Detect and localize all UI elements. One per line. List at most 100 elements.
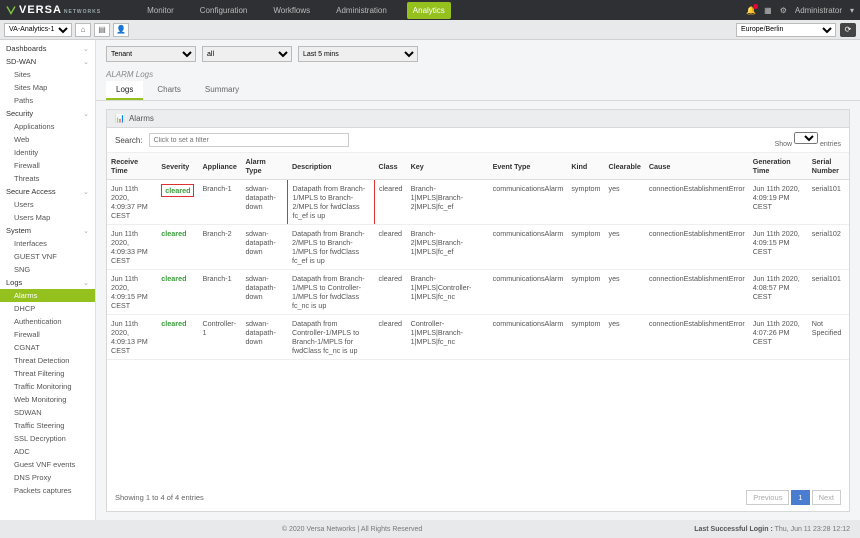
nav-configuration[interactable]: Configuration bbox=[194, 2, 254, 19]
sidebar-item-guest-vnf-events[interactable]: Guest VNF events bbox=[0, 458, 95, 471]
col-clearable[interactable]: Clearable bbox=[604, 153, 644, 180]
sidebar-item-dashboards[interactable]: Dashboards⌄ bbox=[0, 42, 95, 55]
sidebar-item-threats[interactable]: Threats bbox=[0, 172, 95, 185]
chart-icon[interactable]: ▤ bbox=[94, 23, 110, 37]
sidebar-item-web-monitoring[interactable]: Web Monitoring bbox=[0, 393, 95, 406]
nav-monitor[interactable]: Monitor bbox=[141, 2, 180, 19]
sidebar-item-interfaces[interactable]: Interfaces bbox=[0, 237, 95, 250]
entries-select[interactable] bbox=[794, 132, 818, 144]
content: Tenant all Last 5 mins ALARM Logs LogsCh… bbox=[96, 40, 860, 520]
user-label[interactable]: Administrator bbox=[795, 6, 842, 15]
grid-icon[interactable]: ▦ bbox=[764, 6, 772, 15]
sidebar-item-sng[interactable]: SNG bbox=[0, 263, 95, 276]
main: Dashboards⌄SD-WAN⌄SitesSites MapPathsSec… bbox=[0, 40, 860, 520]
sidebar-item-users[interactable]: Users bbox=[0, 198, 95, 211]
brand-logo: VERSA NETWORKS bbox=[6, 4, 101, 16]
sidebar-item-threat-filtering[interactable]: Threat Filtering bbox=[0, 367, 95, 380]
sidebar-item-sdwan[interactable]: SDWAN bbox=[0, 406, 95, 419]
tab-logs[interactable]: Logs bbox=[106, 81, 143, 100]
brand-text: VERSA bbox=[19, 4, 62, 16]
panel-title: Alarms bbox=[129, 114, 154, 123]
home-icon[interactable]: ⌂ bbox=[75, 23, 91, 37]
table-body: Jun 11th 2020, 4:09:37 PM CESTclearedBra… bbox=[107, 180, 849, 360]
table-row[interactable]: Jun 11th 2020, 4:09:13 PM CESTclearedCon… bbox=[107, 315, 849, 360]
table-row[interactable]: Jun 11th 2020, 4:09:33 PM CESTclearedBra… bbox=[107, 225, 849, 270]
filter-row: Tenant all Last 5 mins bbox=[96, 40, 860, 68]
secondbar: VA-Analytics-1 ⌂ ▤ 👤 Europe/Berlin ⟳ bbox=[0, 20, 860, 40]
chevron-down-icon: ⌄ bbox=[83, 110, 89, 118]
sidebar-item-authentication[interactable]: Authentication bbox=[0, 315, 95, 328]
search-input[interactable] bbox=[149, 133, 349, 147]
sidebar-item-web[interactable]: Web bbox=[0, 133, 95, 146]
tabs: LogsChartsSummary bbox=[96, 81, 860, 101]
col-appliance[interactable]: Appliance bbox=[198, 153, 241, 180]
sidebar-item-traffic-monitoring[interactable]: Traffic Monitoring bbox=[0, 380, 95, 393]
chevron-down-icon: ▾ bbox=[850, 6, 854, 15]
tenant-select[interactable]: VA-Analytics-1 bbox=[4, 23, 72, 37]
bar-chart-icon: 📊 bbox=[115, 114, 125, 123]
show-entries: Show entries bbox=[775, 132, 841, 148]
col-class[interactable]: Class bbox=[374, 153, 406, 180]
sidebar-item-logs[interactable]: Logs⌄ bbox=[0, 276, 95, 289]
table-row[interactable]: Jun 11th 2020, 4:09:37 PM CESTclearedBra… bbox=[107, 180, 849, 225]
nav-administration[interactable]: Administration bbox=[330, 2, 393, 19]
user-icon[interactable]: 👤 bbox=[113, 23, 129, 37]
col-key[interactable]: Key bbox=[407, 153, 489, 180]
col-kind[interactable]: Kind bbox=[567, 153, 604, 180]
sidebar-item-alarms[interactable]: Alarms bbox=[0, 289, 95, 302]
showing-info: Showing 1 to 4 of 4 entries bbox=[115, 493, 204, 502]
sidebar-item-adc[interactable]: ADC bbox=[0, 445, 95, 458]
filter-time[interactable]: Last 5 mins bbox=[298, 46, 418, 62]
notification-icon[interactable]: 🔔 bbox=[746, 6, 756, 15]
sidebar-item-security[interactable]: Security⌄ bbox=[0, 107, 95, 120]
chevron-down-icon: ⌄ bbox=[83, 279, 89, 287]
alarms-panel: 📊 Alarms Search: Show entries Receive Ti… bbox=[106, 109, 850, 512]
sidebar-item-users-map[interactable]: Users Map bbox=[0, 211, 95, 224]
sidebar-item-dns-proxy[interactable]: DNS Proxy bbox=[0, 471, 95, 484]
sidebar-item-sites[interactable]: Sites bbox=[0, 68, 95, 81]
tab-summary[interactable]: Summary bbox=[195, 81, 249, 100]
pager-next[interactable]: Next bbox=[812, 490, 841, 505]
alarms-table: Receive TimeSeverityApplianceAlarm TypeD… bbox=[107, 153, 849, 360]
filter-all[interactable]: all bbox=[202, 46, 292, 62]
sidebar-item-packets-captures[interactable]: Packets captures bbox=[0, 484, 95, 497]
col-description[interactable]: Description bbox=[288, 153, 375, 180]
nav-workflows[interactable]: Workflows bbox=[267, 2, 316, 19]
last-login: Last Successful Login : Thu, Jun 11 23:2… bbox=[694, 526, 850, 533]
table-header-row: Receive TimeSeverityApplianceAlarm TypeD… bbox=[107, 153, 849, 180]
sidebar-item-threat-detection[interactable]: Threat Detection bbox=[0, 354, 95, 367]
table-row[interactable]: Jun 11th 2020, 4:09:15 PM CESTclearedBra… bbox=[107, 270, 849, 315]
sidebar-item-sd-wan[interactable]: SD-WAN⌄ bbox=[0, 55, 95, 68]
search-label: Search: bbox=[115, 136, 143, 145]
pager-page[interactable]: 1 bbox=[791, 490, 809, 505]
col-generation-time[interactable]: Generation Time bbox=[749, 153, 808, 180]
pager-prev[interactable]: Previous bbox=[746, 490, 789, 505]
sidebar-item-cgnat[interactable]: CGNAT bbox=[0, 341, 95, 354]
tab-charts[interactable]: Charts bbox=[147, 81, 191, 100]
sidebar-item-dhcp[interactable]: DHCP bbox=[0, 302, 95, 315]
sidebar: Dashboards⌄SD-WAN⌄SitesSites MapPathsSec… bbox=[0, 40, 96, 520]
sidebar-item-identity[interactable]: Identity bbox=[0, 146, 95, 159]
col-receive-time[interactable]: Receive Time bbox=[107, 153, 157, 180]
timezone-select[interactable]: Europe/Berlin bbox=[736, 23, 836, 37]
sidebar-item-traffic-steering[interactable]: Traffic Steering bbox=[0, 419, 95, 432]
refresh-icon[interactable]: ⟳ bbox=[840, 23, 856, 37]
sidebar-item-guest-vnf[interactable]: GUEST VNF bbox=[0, 250, 95, 263]
sidebar-item-sites-map[interactable]: Sites Map bbox=[0, 81, 95, 94]
gear-icon[interactable]: ⚙ bbox=[780, 6, 787, 15]
nav-analytics[interactable]: Analytics bbox=[407, 2, 451, 19]
sidebar-item-applications[interactable]: Applications bbox=[0, 120, 95, 133]
sidebar-item-firewall[interactable]: Firewall bbox=[0, 328, 95, 341]
col-severity[interactable]: Severity bbox=[157, 153, 198, 180]
col-event-type[interactable]: Event Type bbox=[489, 153, 568, 180]
sidebar-item-system[interactable]: System⌄ bbox=[0, 224, 95, 237]
sidebar-item-firewall[interactable]: Firewall bbox=[0, 159, 95, 172]
col-serial-number[interactable]: Serial Number bbox=[808, 153, 849, 180]
sidebar-item-secure-access[interactable]: Secure Access⌄ bbox=[0, 185, 95, 198]
filter-tenant[interactable]: Tenant bbox=[106, 46, 196, 62]
col-cause[interactable]: Cause bbox=[645, 153, 749, 180]
sidebar-item-paths[interactable]: Paths bbox=[0, 94, 95, 107]
pager: Previous 1 Next bbox=[746, 490, 841, 505]
col-alarm-type[interactable]: Alarm Type bbox=[241, 153, 288, 180]
sidebar-item-ssl-decryption[interactable]: SSL Decryption bbox=[0, 432, 95, 445]
